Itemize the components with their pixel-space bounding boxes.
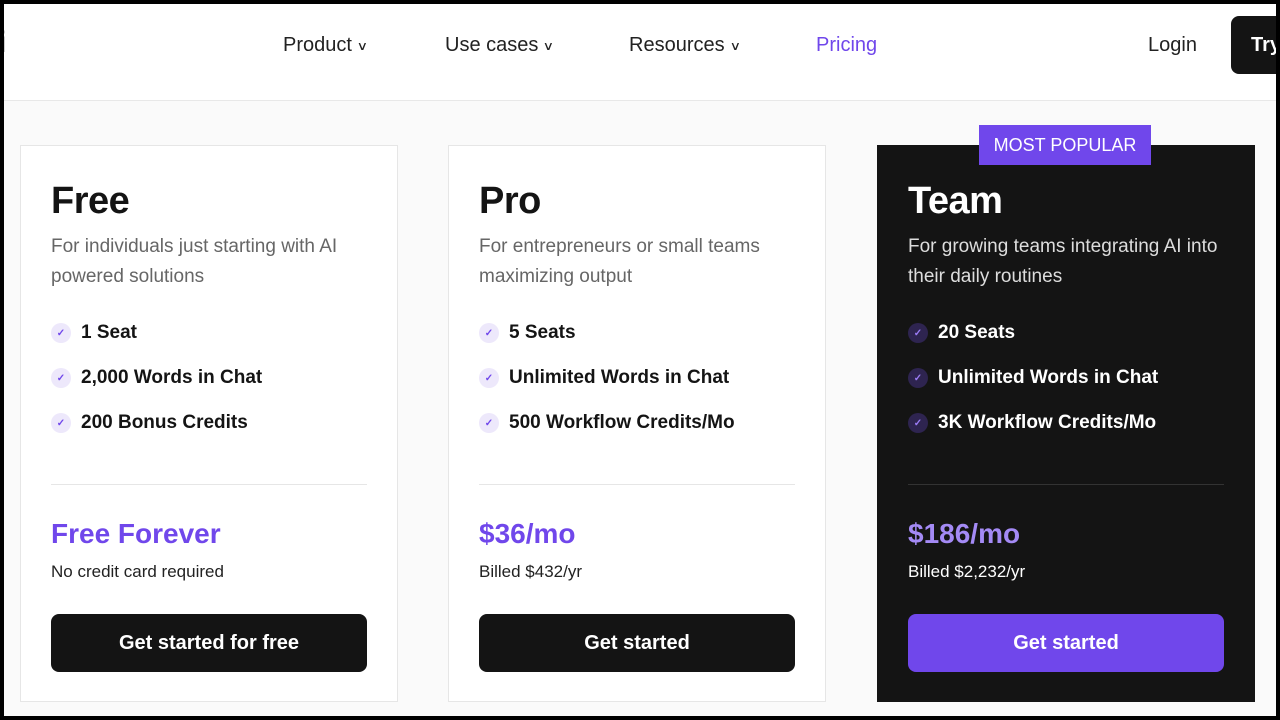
header: i Product ∨ Use cases ∨ Resources ∨ Pricing… — [4, 4, 1276, 101]
login-link[interactable]: Login — [1148, 34, 1197, 57]
nav-product[interactable]: Product ∨ — [283, 34, 369, 57]
plan-description: For growing teams integrating AI into th… — [908, 236, 1218, 287]
plan-card: Free For individuals just starting with … — [20, 145, 398, 702]
feature-item: ✓ 1 Seat — [51, 322, 137, 344]
divider — [479, 484, 795, 485]
divider — [51, 484, 367, 485]
feature-item: ✓ 2,000 Words in Chat — [51, 367, 262, 389]
billing-note: No credit card required — [51, 562, 224, 581]
get-started-button[interactable]: Get started — [479, 614, 795, 672]
logo[interactable]: i — [4, 26, 6, 60]
plan-description: For entrepreneurs or small teams maximiz… — [479, 236, 760, 287]
feature-label: 2,000 Words in Chat — [81, 367, 263, 388]
get-started-button[interactable]: Get started for free — [51, 614, 367, 672]
page: i Product ∨ Use cases ∨ Resources ∨ Pricing… — [4, 4, 1276, 716]
feature-item: ✓ 3K Workflow Credits/Mo — [908, 412, 1156, 434]
feature-label: 20 Seats — [938, 322, 1016, 343]
feature-item: ✓ 20 Seats — [908, 322, 1015, 344]
plan-price: Free Forever — [51, 518, 221, 549]
chevron-down-icon: ∨ — [356, 38, 369, 53]
feature-label: 3K Workflow Credits/Mo — [938, 412, 1157, 433]
plan-price: $36/mo — [479, 518, 576, 549]
nav-label: Resources — [629, 34, 725, 56]
plan-name: Team — [908, 180, 1003, 222]
billing-note: Billed $2,232/yr — [908, 562, 1026, 581]
billing-note: Billed $432/yr — [479, 562, 583, 581]
feature-item: ✓ 200 Bonus Credits — [51, 412, 248, 434]
check-icon: ✓ — [51, 323, 71, 343]
feature-label: 200 Bonus Credits — [81, 412, 248, 433]
check-icon: ✓ — [908, 413, 928, 433]
chevron-down-icon: ∨ — [729, 38, 741, 53]
nav-use-cases[interactable]: Use cases ∨ — [445, 34, 555, 57]
try-button[interactable]: Try — [1231, 16, 1276, 74]
check-icon: ✓ — [908, 323, 928, 343]
check-icon: ✓ — [479, 323, 499, 343]
plan-name: Pro — [479, 180, 541, 222]
check-icon: ✓ — [479, 413, 499, 433]
plan-description: For individuals just starting with AI po… — [51, 236, 338, 287]
nav-label: Product — [283, 34, 352, 56]
nav-label: Pricing — [816, 34, 878, 56]
feature-label: Unlimited Words in Chat — [509, 367, 730, 388]
check-icon: ✓ — [908, 368, 928, 388]
feature-item: ✓ Unlimited Words in Chat — [908, 367, 1158, 389]
nav-label: Use cases — [445, 34, 539, 56]
nav-resources[interactable]: Resources ∨ — [629, 34, 741, 57]
feature-item: ✓ Unlimited Words in Chat — [479, 367, 729, 389]
feature-item: ✓ 5 Seats — [479, 322, 576, 344]
check-icon: ✓ — [479, 368, 499, 388]
feature-label: 500 Workflow Credits/Mo — [509, 412, 735, 433]
feature-label: Unlimited Words in Chat — [938, 367, 1159, 388]
check-icon: ✓ — [51, 368, 71, 388]
plan-card: Pro For entrepreneurs or small teams max… — [448, 145, 826, 702]
get-started-button[interactable]: Get started — [908, 614, 1224, 672]
feature-label: 5 Seats — [509, 322, 576, 343]
plan-name: Free — [51, 180, 130, 222]
divider — [908, 484, 1224, 485]
nav-pricing[interactable]: Pricing — [816, 34, 877, 57]
chevron-down-icon: ∨ — [543, 38, 555, 53]
plan-card: Team For growing teams integrating AI in… — [877, 145, 1255, 702]
plan-price: $186/mo — [908, 518, 1021, 549]
check-icon: ✓ — [51, 413, 71, 433]
feature-label: 1 Seat — [81, 322, 137, 343]
feature-item: ✓ 500 Workflow Credits/Mo — [479, 412, 735, 434]
most-popular-badge: MOST POPULAR — [979, 125, 1151, 165]
